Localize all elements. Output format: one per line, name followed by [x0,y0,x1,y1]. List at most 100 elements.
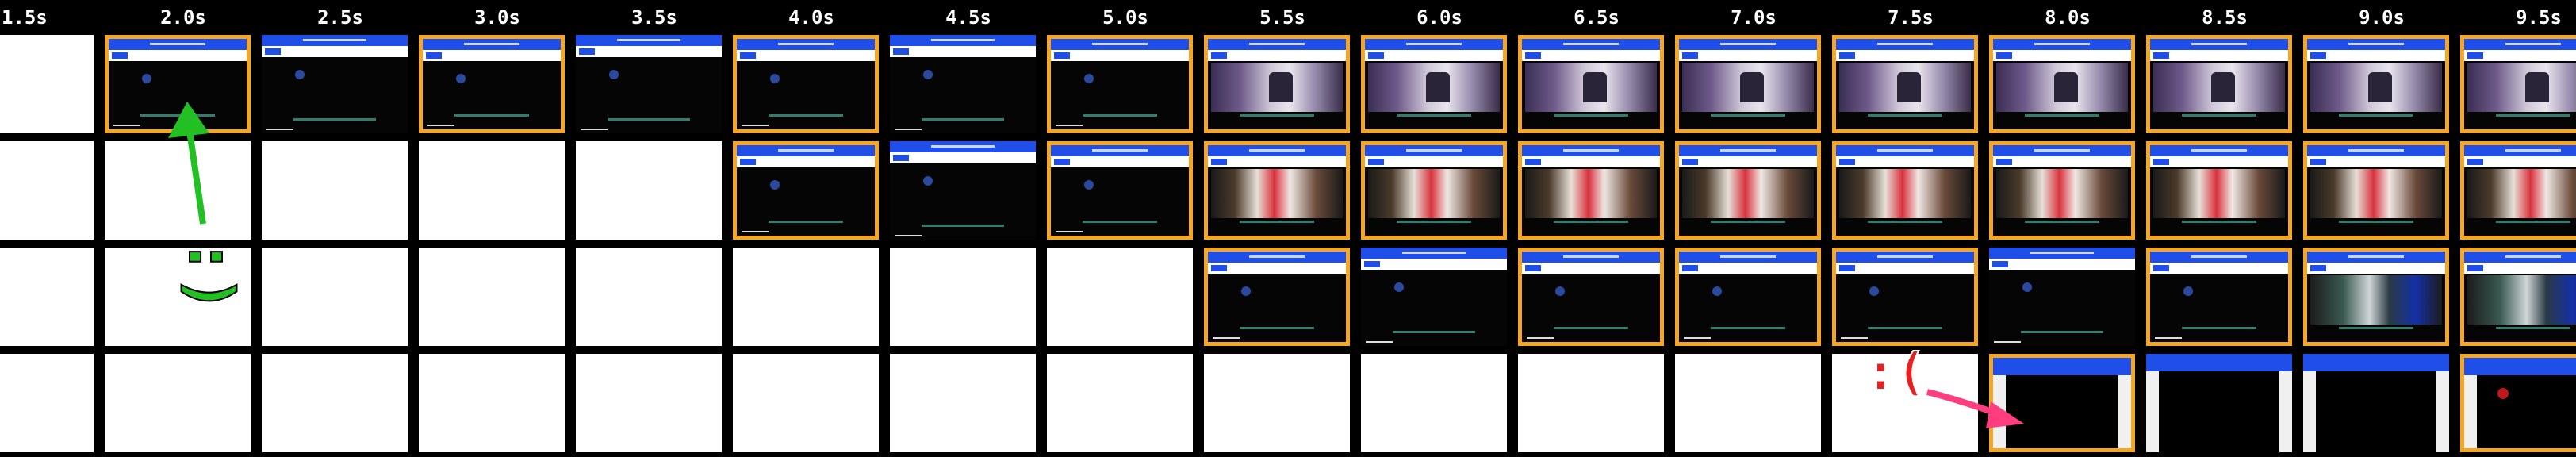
filmstrip-frame[interactable] [1832,141,1978,240]
filmstrip-frame[interactable] [2303,354,2449,452]
filmstrip-frame[interactable] [2146,354,2292,452]
filmstrip-frame[interactable] [1832,35,1978,133]
frame-screenshot [1836,145,1974,236]
filmstrip-frame[interactable] [1675,35,1821,133]
frame-screenshot [1989,248,2135,346]
filmstrip-frame[interactable] [0,141,94,240]
filmstrip-frame[interactable] [2303,141,2449,240]
filmstrip-frame[interactable] [105,354,251,452]
filmstrip-frame[interactable] [1989,35,2135,133]
frame-screenshot [576,248,722,346]
filmstrip-frame[interactable] [262,35,408,133]
frame-screenshot [1993,358,2131,448]
frame-screenshot [1522,145,1660,236]
filmstrip-frame[interactable] [419,248,565,346]
frame-screenshot [1522,39,1660,129]
filmstrip-frame[interactable] [1989,354,2135,452]
filmstrip-frame[interactable] [576,248,722,346]
filmstrip-frame[interactable] [105,141,251,240]
frame-screenshot [1679,39,1817,129]
filmstrip-frame[interactable] [576,141,722,240]
frame-screenshot [1365,39,1503,129]
frame-screenshot [2464,358,2576,448]
filmstrip-frame[interactable] [2460,354,2576,452]
filmstrip-frame[interactable] [1832,248,1978,346]
frame-screenshot [576,35,722,133]
filmstrip-frame[interactable] [890,248,1036,346]
filmstrip-frame[interactable] [105,35,251,133]
filmstrip-frame[interactable] [1047,35,1193,133]
filmstrip-frame[interactable] [1989,248,2135,346]
filmstrip-frame[interactable] [2303,248,2449,346]
frame-screenshot [419,248,565,346]
frame-screenshot [262,248,408,346]
filmstrip-frame[interactable] [1518,354,1664,452]
filmstrip-frame[interactable] [1047,354,1193,452]
frame-screenshot [1836,252,1974,342]
filmstrip-frame[interactable] [1675,141,1821,240]
frame-screenshot [2464,39,2576,129]
filmstrip-frame[interactable] [1518,248,1664,346]
frame-screenshot [1047,248,1193,346]
frame-screenshot [423,39,561,129]
filmstrip-frame[interactable] [1675,248,1821,346]
filmstrip-frame[interactable] [1204,35,1350,133]
frame-screenshot [890,248,1036,346]
filmstrip-frame[interactable] [2146,248,2292,346]
filmstrip-frame[interactable] [2303,35,2449,133]
filmstrip-frame[interactable] [733,35,879,133]
filmstrip-frame[interactable] [733,141,879,240]
filmstrip-frame[interactable] [262,248,408,346]
filmstrip-frame[interactable] [0,35,94,133]
frame-screenshot [733,248,879,346]
filmstrip-frame[interactable] [733,248,879,346]
frame-screenshot [262,35,408,133]
filmstrip-frame[interactable] [419,354,565,452]
frame-screenshot [1208,252,1346,342]
filmstrip-frame[interactable] [1361,248,1507,346]
filmstrip-frame[interactable] [262,354,408,452]
frame-screenshot [0,248,94,346]
filmstrip-frame[interactable] [1204,141,1350,240]
filmstrip-frame[interactable] [890,354,1036,452]
filmstrip-frame[interactable] [1047,141,1193,240]
filmstrip-frame[interactable] [1361,35,1507,133]
filmstrip-frame[interactable] [2146,141,2292,240]
filmstrip-frame[interactable] [576,354,722,452]
filmstrip-frame[interactable] [1675,354,1821,452]
filmstrip-frame[interactable] [890,141,1036,240]
frame-screenshot [576,141,722,240]
filmstrip-frame[interactable] [1518,141,1664,240]
filmstrip-frame[interactable] [0,354,94,452]
frame-screenshot [2464,145,2576,236]
filmstrip-frame[interactable] [733,354,879,452]
filmstrip-frame[interactable] [2146,35,2292,133]
filmstrip-frame[interactable] [1047,248,1193,346]
filmstrip-frame[interactable] [576,35,722,133]
frame-screenshot [109,39,247,129]
frame-screenshot [1679,252,1817,342]
frame-screenshot [737,145,875,236]
filmstrip-frame[interactable] [1361,354,1507,452]
filmstrip-frame[interactable] [890,35,1036,133]
filmstrip-frame[interactable] [2460,141,2576,240]
frame-screenshot [1047,354,1193,452]
frame-screenshot [1993,39,2131,129]
filmstrip-frame[interactable] [2460,248,2576,346]
frame-screenshot [1836,39,1974,129]
filmstrip-frame[interactable] [0,248,94,346]
filmstrip-frame[interactable] [1204,248,1350,346]
filmstrip-frame[interactable] [2460,35,2576,133]
frame-screenshot [0,141,94,240]
frame-screenshot [890,35,1036,133]
frame-screenshot [2307,145,2445,236]
filmstrip-frame[interactable] [1989,141,2135,240]
filmstrip-frame[interactable] [419,141,565,240]
filmstrip-frame[interactable] [1204,354,1350,452]
filmstrip-frame[interactable] [1361,141,1507,240]
filmstrip-frame[interactable] [419,35,565,133]
frame-screenshot [890,141,1036,240]
filmstrip-frame[interactable] [1518,35,1664,133]
frame-screenshot [0,35,94,133]
filmstrip-frame[interactable] [262,141,408,240]
